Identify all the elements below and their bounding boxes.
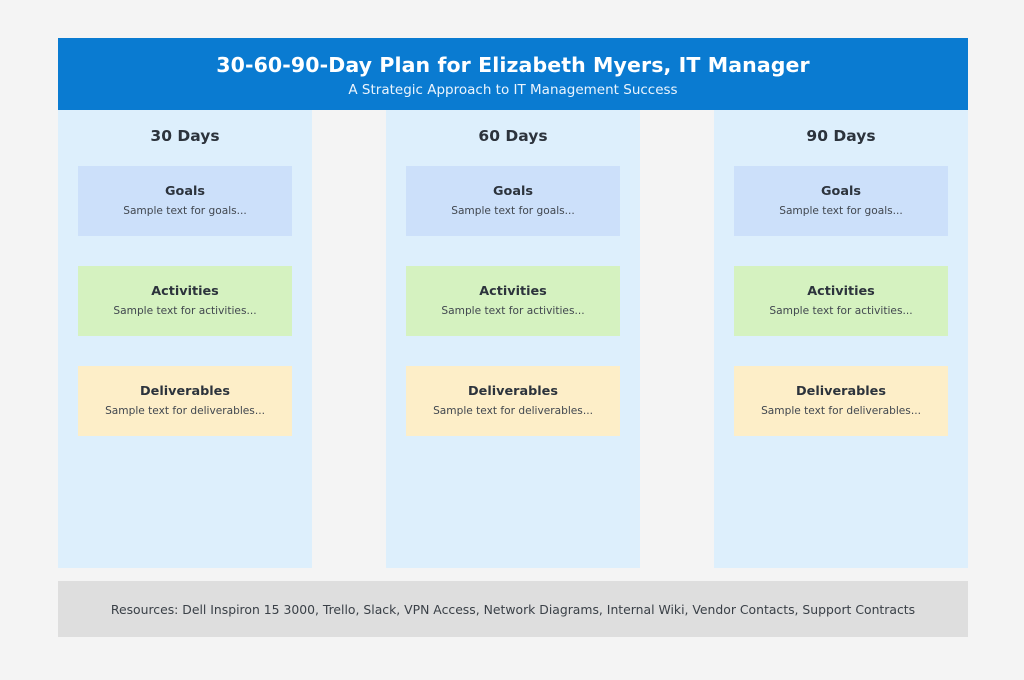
card-text: Sample text for activities... bbox=[113, 304, 257, 317]
card-text: Sample text for deliverables... bbox=[433, 404, 593, 417]
card-text: Sample text for goals... bbox=[779, 204, 903, 217]
card-deliverables-90[interactable]: Deliverables Sample text for deliverable… bbox=[734, 366, 948, 436]
card-title: Goals bbox=[493, 184, 533, 200]
card-title: Goals bbox=[165, 184, 205, 200]
page-subtitle: A Strategic Approach to IT Management Su… bbox=[348, 81, 678, 98]
resources-text: Resources: Dell Inspiron 15 3000, Trello… bbox=[110, 601, 916, 617]
plan-container: 30-60-90-Day Plan for Elizabeth Myers, I… bbox=[58, 38, 968, 637]
card-text: Sample text for goals... bbox=[451, 204, 575, 217]
card-title: Goals bbox=[821, 184, 861, 200]
card-goals-90[interactable]: Goals Sample text for goals... bbox=[734, 166, 948, 236]
card-activities-90[interactable]: Activities Sample text for activities... bbox=[734, 266, 948, 336]
phase-title-60-days: 60 Days bbox=[478, 127, 548, 145]
phase-columns: 30 Days Goals Sample text for goals... A… bbox=[58, 110, 968, 568]
card-title: Activities bbox=[807, 284, 875, 300]
card-title: Deliverables bbox=[468, 384, 558, 400]
card-activities-60[interactable]: Activities Sample text for activities... bbox=[406, 266, 620, 336]
phase-column-30-days: 30 Days Goals Sample text for goals... A… bbox=[58, 110, 312, 568]
resources-footer: Resources: Dell Inspiron 15 3000, Trello… bbox=[58, 581, 968, 637]
card-activities-30[interactable]: Activities Sample text for activities... bbox=[78, 266, 292, 336]
card-deliverables-60[interactable]: Deliverables Sample text for deliverable… bbox=[406, 366, 620, 436]
phase-column-60-days: 60 Days Goals Sample text for goals... A… bbox=[386, 110, 640, 568]
card-goals-30[interactable]: Goals Sample text for goals... bbox=[78, 166, 292, 236]
phase-column-90-days: 90 Days Goals Sample text for goals... A… bbox=[714, 110, 968, 568]
card-text: Sample text for goals... bbox=[123, 204, 247, 217]
card-title: Deliverables bbox=[796, 384, 886, 400]
card-text: Sample text for deliverables... bbox=[761, 404, 921, 417]
card-text: Sample text for deliverables... bbox=[105, 404, 265, 417]
card-title: Deliverables bbox=[140, 384, 230, 400]
card-title: Activities bbox=[479, 284, 547, 300]
card-text: Sample text for activities... bbox=[441, 304, 585, 317]
phase-title-90-days: 90 Days bbox=[806, 127, 876, 145]
card-title: Activities bbox=[151, 284, 219, 300]
plan-header: 30-60-90-Day Plan for Elizabeth Myers, I… bbox=[58, 38, 968, 110]
card-goals-60[interactable]: Goals Sample text for goals... bbox=[406, 166, 620, 236]
card-text: Sample text for activities... bbox=[769, 304, 913, 317]
page-title: 30-60-90-Day Plan for Elizabeth Myers, I… bbox=[216, 52, 810, 77]
phase-title-30-days: 30 Days bbox=[150, 127, 220, 145]
card-deliverables-30[interactable]: Deliverables Sample text for deliverable… bbox=[78, 366, 292, 436]
